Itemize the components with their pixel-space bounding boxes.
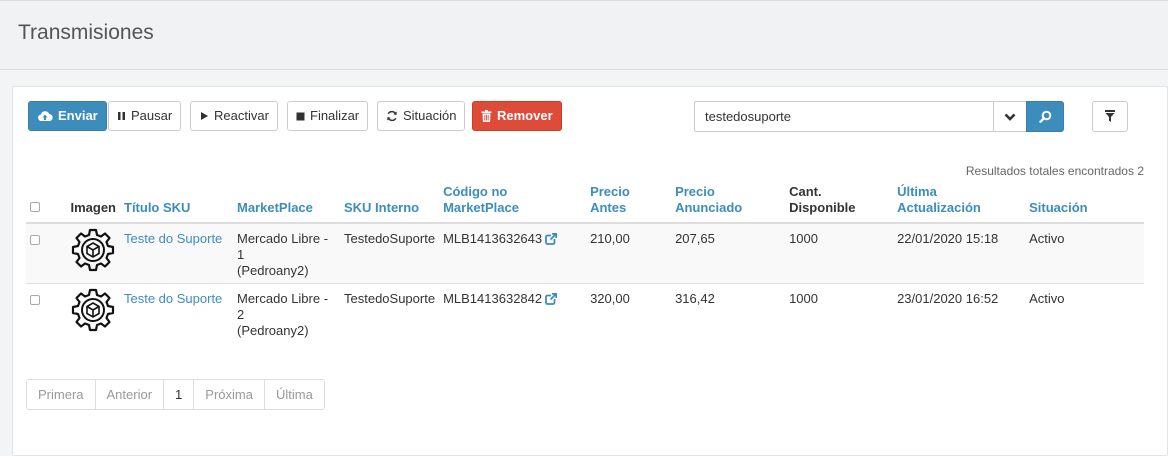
search-button[interactable] [1026,101,1064,132]
transmissions-table: Imagen Título SKU MarketPlace SKU Intern… [26,180,1144,344]
table-row: Teste do Suporte Mercado Libre -1 (Pedroa… [26,222,1144,284]
code-cell: MLB1413632643 [439,222,587,284]
sku-title-link[interactable]: Teste do Suporte [124,291,222,306]
gear-box-icon [71,288,115,332]
price-before-cell: 210,00 [586,222,672,284]
page-current[interactable]: 1 [164,380,195,409]
page-next[interactable]: Próxima [194,380,265,409]
table-header-row: Imagen Título SKU MarketPlace SKU Intern… [26,180,1144,224]
col-price-before[interactable]: Precio Antes [586,180,672,224]
updated-cell: 23/01/2020 16:52 [893,283,1026,344]
sku-cell: TestedoSuporte [340,222,440,284]
col-updated[interactable]: Última Actualización [893,180,1026,224]
qty-cell: 1000 [785,283,894,344]
filter-button[interactable] [1092,101,1128,132]
search-dropdown-button[interactable] [993,101,1027,132]
col-sku[interactable]: SKU Interno [340,180,440,224]
gear-box-icon [71,228,115,272]
col-price-listed[interactable]: Precio Anunciado [671,180,786,224]
table-row: Teste do Suporte Mercado Libre -2 (Pedroa… [26,283,1144,344]
page-first[interactable]: Primera [27,380,96,409]
situation-button-label: Situación [403,108,457,123]
external-link-icon[interactable] [545,293,558,305]
col-image: Imagen [60,180,120,224]
search-icon [1038,110,1051,123]
pause-icon [118,112,125,120]
page-previous[interactable]: Anterior [95,380,165,409]
results-count: Resultados totales encontrados 2 [965,164,1144,178]
pause-button[interactable]: Pausar [108,101,182,131]
price-listed-cell: 207,65 [671,222,786,284]
col-code[interactable]: Código no MarketPlace [439,180,587,224]
marketplace-cell: Mercado Libre -1 (Pedroany2) [233,222,340,284]
search-input[interactable] [694,101,994,132]
trash-icon [481,110,492,122]
finish-button[interactable]: Finalizar [287,101,369,131]
external-link-icon[interactable] [545,233,558,245]
cloud-upload-icon [38,111,53,122]
pagination: Primera Anterior 1 Próxima Última [26,379,325,410]
select-all-checkbox[interactable] [30,202,40,212]
finish-button-label: Finalizar [310,108,360,123]
send-button[interactable]: Enviar [28,101,107,131]
play-icon [201,112,208,120]
remove-button[interactable]: Remover [472,101,562,131]
col-qty: Cant. Disponible [785,180,894,224]
price-before-cell: 320,00 [586,283,672,344]
col-title[interactable]: Título SKU [120,180,233,224]
filter-icon [1105,110,1115,122]
marketplace-cell: Mercado Libre -2 (Pedroany2) [233,283,340,344]
pause-button-label: Pausar [131,108,173,123]
price-listed-cell: 316,42 [671,283,786,344]
col-status[interactable]: Situación [1025,180,1144,224]
stop-icon [296,112,305,120]
row-checkbox[interactable] [30,235,40,245]
situation-button[interactable]: Situación [377,101,466,131]
sku-cell: TestedoSuporte [340,283,440,344]
page-last[interactable]: Última [264,380,324,409]
qty-cell: 1000 [785,222,894,284]
page-title: Transmisiones [18,21,154,44]
sku-title-link[interactable]: Teste do Suporte [124,231,222,246]
reactivate-button[interactable]: Reactivar [190,101,278,131]
send-button-label: Enviar [58,108,98,123]
row-checkbox[interactable] [30,295,40,305]
status-cell: Activo [1025,283,1144,344]
code-cell: MLB1413632842 [439,283,587,344]
col-marketplace[interactable]: MarketPlace [233,180,340,224]
page-header: Transmisiones [0,0,1168,70]
status-cell: Activo [1025,222,1144,284]
updated-cell: 22/01/2020 15:18 [893,222,1026,284]
reactivate-button-label: Reactivar [214,108,269,123]
chevron-down-icon [1004,113,1016,121]
refresh-icon [387,110,397,122]
remove-button-label: Remover [497,108,553,123]
